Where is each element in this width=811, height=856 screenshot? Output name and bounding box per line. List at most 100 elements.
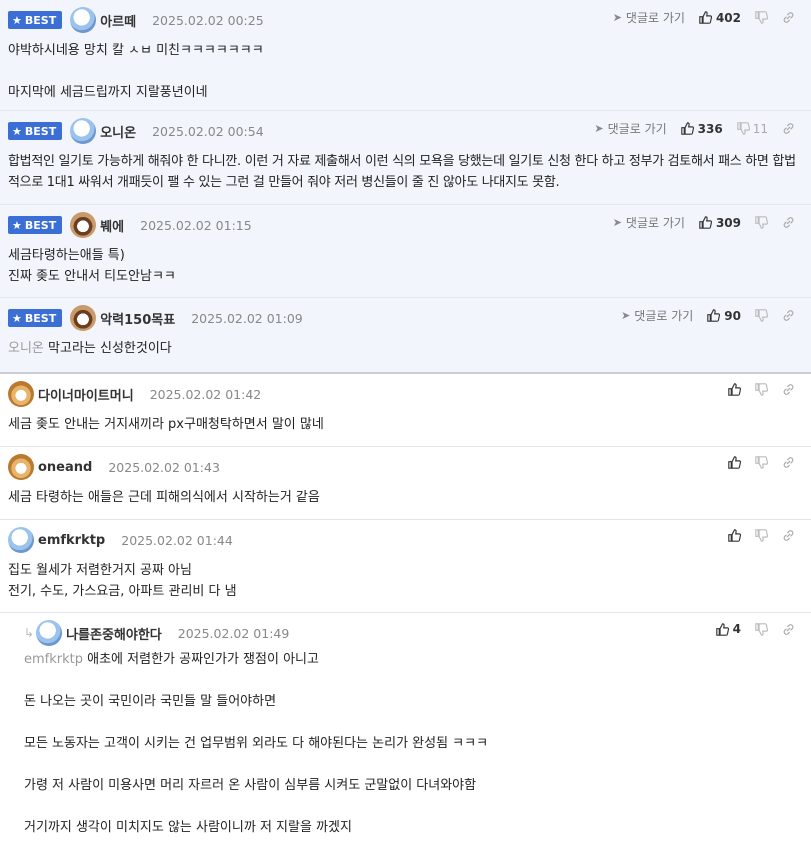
- send-arrow-icon: ➤: [612, 11, 622, 24]
- like-button[interactable]: [728, 383, 741, 396]
- copy-link-button[interactable]: [782, 529, 795, 542]
- dislike-button[interactable]: [755, 456, 768, 469]
- comment-body: 세금 좆도 안내는 거지새끼라 px구매청탁하면서 말이 많네: [8, 417, 324, 432]
- thumbs-down-icon: [755, 309, 768, 322]
- reply-arrow-icon: ↳: [24, 626, 35, 640]
- link-icon: [783, 623, 794, 635]
- copy-link-button[interactable]: [782, 383, 795, 396]
- thumbs-up-icon: [728, 529, 741, 542]
- copy-link-button[interactable]: [782, 122, 795, 135]
- like-button[interactable]: 336: [680, 122, 723, 136]
- comment-item: 다이너마이트머니 2025.02.02 01:42 세금 좆도 안내는 거지새끼…: [0, 374, 811, 447]
- like-button[interactable]: [728, 529, 741, 542]
- thumbs-down-icon: [736, 122, 750, 135]
- comment-item: ★ BEST 악력150목표 2025.02.02 01:09 ➤ 댓글로 가기 9…: [0, 298, 811, 374]
- avatar[interactable]: [70, 212, 97, 238]
- copy-link-button[interactable]: [782, 309, 795, 322]
- comment-body: 집도 월세가 저렴한거지 공짜 아님 전기, 수도, 가스요금, 아파트 관리비…: [8, 563, 237, 599]
- thumbs-up-icon: [728, 456, 741, 469]
- comment-author[interactable]: 악력150목표: [100, 309, 175, 328]
- thumbs-down-icon: [755, 216, 768, 229]
- goto-comment-button[interactable]: ➤ 댓글로 가기: [594, 120, 666, 137]
- comment-author[interactable]: 나를존중해야한다: [66, 624, 162, 643]
- link-icon: [783, 310, 794, 321]
- comment-date: 2025.02.02 01:44: [121, 532, 233, 548]
- send-arrow-icon: ➤: [621, 309, 631, 322]
- copy-link-button[interactable]: [782, 216, 795, 229]
- dislike-button[interactable]: [755, 309, 768, 322]
- comment-author[interactable]: 다이너마이트머니: [38, 385, 134, 404]
- best-badge: ★ BEST: [8, 309, 63, 327]
- link-icon: [783, 530, 794, 541]
- avatar[interactable]: [8, 454, 34, 480]
- comment-author[interactable]: oneand: [38, 460, 92, 475]
- thumbs-up-icon: [707, 309, 721, 322]
- thumbs-down-icon: [755, 456, 768, 469]
- star-icon: ★: [12, 13, 22, 27]
- comment-date: 2025.02.02 00:54: [152, 123, 264, 139]
- dislike-button[interactable]: 11: [736, 122, 768, 136]
- avatar[interactable]: [8, 527, 34, 553]
- thumbs-up-icon: [699, 11, 712, 24]
- reply-item: ↳ 나를존중해야한다 2025.02.02 01:49 4 emfkrktp 애…: [0, 613, 811, 851]
- comment-item: ★ BEST 붸에 2025.02.02 01:15 ➤ 댓글로 가기 309 세금…: [0, 205, 811, 298]
- avatar[interactable]: [70, 7, 97, 33]
- star-icon: ★: [12, 218, 22, 232]
- comment-list: ★ BEST 아르떼 2025.02.02 00:25 ➤ 댓글로 가기 402 야…: [0, 0, 811, 851]
- link-icon: [783, 123, 794, 134]
- avatar[interactable]: [36, 620, 63, 646]
- dislike-button[interactable]: [755, 383, 768, 396]
- best-badge: ★ BEST: [8, 216, 63, 234]
- thumbs-down-icon: [755, 622, 768, 636]
- comment-author[interactable]: emfkrktp: [38, 533, 105, 548]
- comment-body: emfkrktp 애초에 저렴한가 공짜인가가 쟁점이 아니고 돈 나오는 곳이…: [24, 652, 489, 835]
- comment-date: 2025.02.02 01:42: [149, 386, 262, 402]
- comment-item: emfkrktp 2025.02.02 01:44 집도 월세가 저렴한거지 공…: [0, 520, 811, 613]
- link-icon: [783, 457, 794, 468]
- dislike-button[interactable]: [755, 216, 768, 229]
- comment-date: 2025.02.02 01:43: [108, 459, 220, 475]
- thumbs-up-icon: [680, 122, 694, 135]
- dislike-button[interactable]: [755, 622, 768, 636]
- comment-body: 오니온 막고라는 신성한것이다: [8, 341, 172, 356]
- link-icon: [783, 384, 794, 395]
- mention-link[interactable]: emfkrktp: [24, 652, 83, 667]
- comment-author[interactable]: 아르떼: [100, 11, 136, 30]
- copy-link-button[interactable]: [782, 623, 795, 636]
- link-icon: [783, 12, 794, 23]
- avatar[interactable]: [70, 305, 97, 331]
- thumbs-down-icon: [755, 383, 768, 396]
- star-icon: ★: [12, 311, 22, 325]
- like-button[interactable]: 309: [699, 216, 741, 230]
- comment-date: 2025.02.02 01:49: [177, 625, 290, 641]
- comment-date: 2025.02.02 01:09: [191, 310, 303, 326]
- mention-link[interactable]: 오니온: [8, 341, 44, 356]
- goto-comment-button[interactable]: ➤ 댓글로 가기: [613, 214, 685, 231]
- best-badge: ★ BEST: [8, 11, 63, 29]
- send-arrow-icon: ➤: [594, 122, 604, 135]
- dislike-button[interactable]: [755, 529, 768, 542]
- avatar[interactable]: [8, 381, 34, 407]
- avatar[interactable]: [70, 118, 97, 144]
- thumbs-up-icon: [699, 216, 712, 229]
- thumbs-up-icon: [728, 383, 741, 396]
- comment-item: ★ BEST 아르떼 2025.02.02 00:25 ➤ 댓글로 가기 402 야…: [0, 0, 811, 111]
- like-button[interactable]: 90: [707, 309, 741, 323]
- link-icon: [783, 217, 794, 228]
- thumbs-down-icon: [755, 11, 768, 24]
- copy-link-button[interactable]: [782, 11, 795, 24]
- copy-link-button[interactable]: [782, 456, 795, 469]
- comment-item: ★ BEST 오니온 2025.02.02 00:54 ➤ 댓글로 가기 336 1…: [0, 111, 811, 205]
- goto-comment-button[interactable]: ➤ 댓글로 가기: [621, 307, 693, 324]
- thumbs-up-icon: [715, 622, 729, 636]
- comment-author[interactable]: 오니온: [100, 122, 136, 141]
- comment-body: 합법적인 일기토 가능하게 해줘야 한 다니깐. 이런 거 자료 제출해서 이런…: [8, 154, 796, 190]
- dislike-button[interactable]: [755, 11, 768, 24]
- like-button[interactable]: 4: [715, 622, 741, 636]
- like-button[interactable]: [728, 456, 741, 469]
- comment-item: oneand 2025.02.02 01:43 세금 타령하는 애들은 근데 피…: [0, 447, 811, 520]
- like-button[interactable]: 402: [699, 11, 741, 25]
- star-icon: ★: [12, 124, 22, 138]
- goto-comment-button[interactable]: ➤ 댓글로 가기: [613, 9, 685, 26]
- comment-author[interactable]: 붸에: [100, 216, 124, 235]
